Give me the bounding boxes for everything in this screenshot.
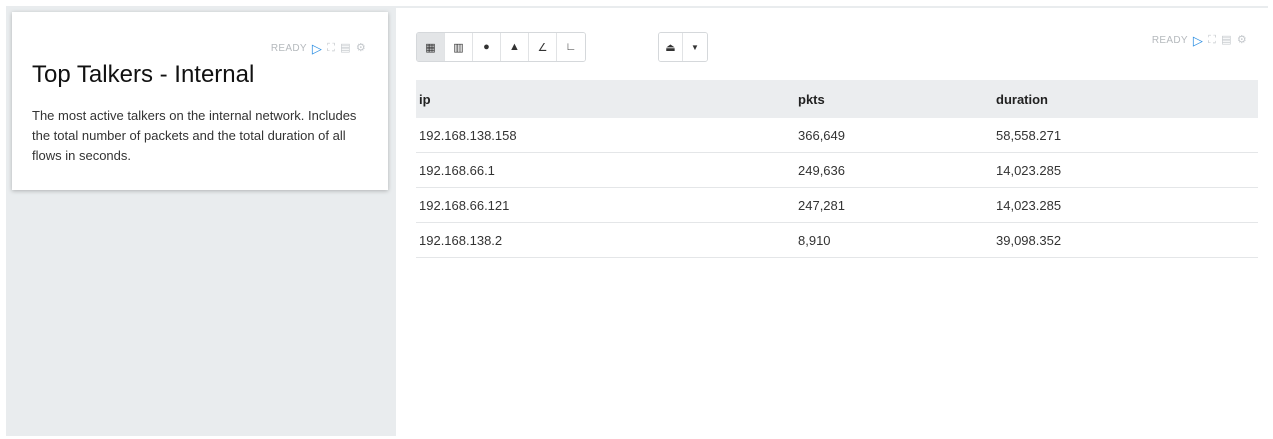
- cell-duration: 14,023.285: [993, 152, 1258, 188]
- cell-duration: 58,558.271: [993, 118, 1258, 153]
- scatter-chart-view-button[interactable]: ∟: [557, 33, 585, 61]
- column-header-pkts[interactable]: pkts: [795, 80, 993, 118]
- table-row: 192.168.66.121 247,281 14,023.285: [416, 187, 1258, 223]
- table-row: 192.168.138.2 8,910 39,098.352: [416, 222, 1258, 258]
- card-description: The most active talkers on the internal …: [32, 108, 357, 163]
- markdown-paragraph-card: READY ▷ ⛶ ▤ ⚙ Top Talkers - Internal The…: [12, 12, 388, 190]
- table-row: 192.168.138.158 366,649 58,558.271: [416, 118, 1258, 153]
- run-paragraph-icon[interactable]: ▷: [312, 42, 322, 55]
- cell-pkts: 247,281: [795, 187, 993, 223]
- table-header-row: ip pkts duration: [416, 80, 1258, 118]
- expand-icon[interactable]: ⛶: [327, 43, 335, 54]
- cell-pkts: 8,910: [795, 222, 993, 258]
- download-button-group: ⏏ ▼: [658, 32, 708, 62]
- visualization-toolbar: ▦ ▥ ● ▲ ∠ ∟: [416, 32, 586, 62]
- results-table: ip pkts duration 192.168.138.158 366,649…: [416, 80, 1258, 258]
- book-icon[interactable]: ▤: [1221, 35, 1232, 46]
- pie-chart-view-button[interactable]: ●: [473, 33, 501, 61]
- area-chart-icon: ▲: [509, 41, 520, 53]
- cell-duration: 39,098.352: [993, 222, 1258, 258]
- expand-icon[interactable]: ⛶: [1208, 35, 1216, 46]
- bar-chart-icon: ▥: [453, 41, 464, 54]
- line-chart-view-button[interactable]: ∠: [529, 33, 557, 61]
- download-dropdown-button[interactable]: ▼: [683, 33, 707, 61]
- paragraph-status-text: READY: [270, 43, 307, 54]
- table-paragraph-panel: ▦ ▥ ● ▲ ∠ ∟ ⏏ ▼ READY ▷ ⛶ ▤ ⚙ ip pkts du…: [396, 8, 1269, 436]
- cell-pkts: 249,636: [795, 152, 993, 188]
- card-title: Top Talkers - Internal: [32, 61, 255, 88]
- line-chart-icon: ∠: [537, 41, 548, 54]
- download-icon: ⏏: [665, 41, 676, 54]
- cell-ip: 192.168.66.121: [416, 187, 795, 223]
- column-header-duration[interactable]: duration: [993, 80, 1258, 118]
- cell-duration: 14,023.285: [993, 187, 1258, 223]
- cell-ip: 192.168.138.2: [416, 222, 795, 258]
- table-status-bar: READY ▷ ⛶ ▤ ⚙: [1152, 34, 1247, 47]
- bar-chart-view-button[interactable]: ▥: [445, 33, 473, 61]
- table-view-button[interactable]: ▦: [417, 33, 445, 61]
- table-status-text: READY: [1151, 35, 1188, 46]
- gear-icon[interactable]: ⚙: [1237, 35, 1247, 46]
- run-paragraph-icon[interactable]: ▷: [1193, 34, 1203, 47]
- cell-ip: 192.168.66.1: [416, 152, 795, 188]
- caret-down-icon: ▼: [691, 42, 699, 52]
- download-button[interactable]: ⏏: [659, 33, 683, 61]
- area-chart-view-button[interactable]: ▲: [501, 33, 529, 61]
- cell-ip: 192.168.138.158: [416, 118, 795, 153]
- table-icon: ▦: [425, 41, 436, 54]
- paragraph-status-bar: READY ▷ ⛶ ▤ ⚙: [271, 42, 366, 55]
- table-row: 192.168.66.1 249,636 14,023.285: [416, 152, 1258, 188]
- gear-icon[interactable]: ⚙: [356, 43, 366, 54]
- cell-pkts: 366,649: [795, 118, 993, 153]
- column-header-ip[interactable]: ip: [416, 80, 795, 118]
- pie-chart-icon: ●: [483, 41, 490, 53]
- book-icon[interactable]: ▤: [340, 43, 351, 54]
- scatter-chart-icon: ∟: [565, 41, 577, 53]
